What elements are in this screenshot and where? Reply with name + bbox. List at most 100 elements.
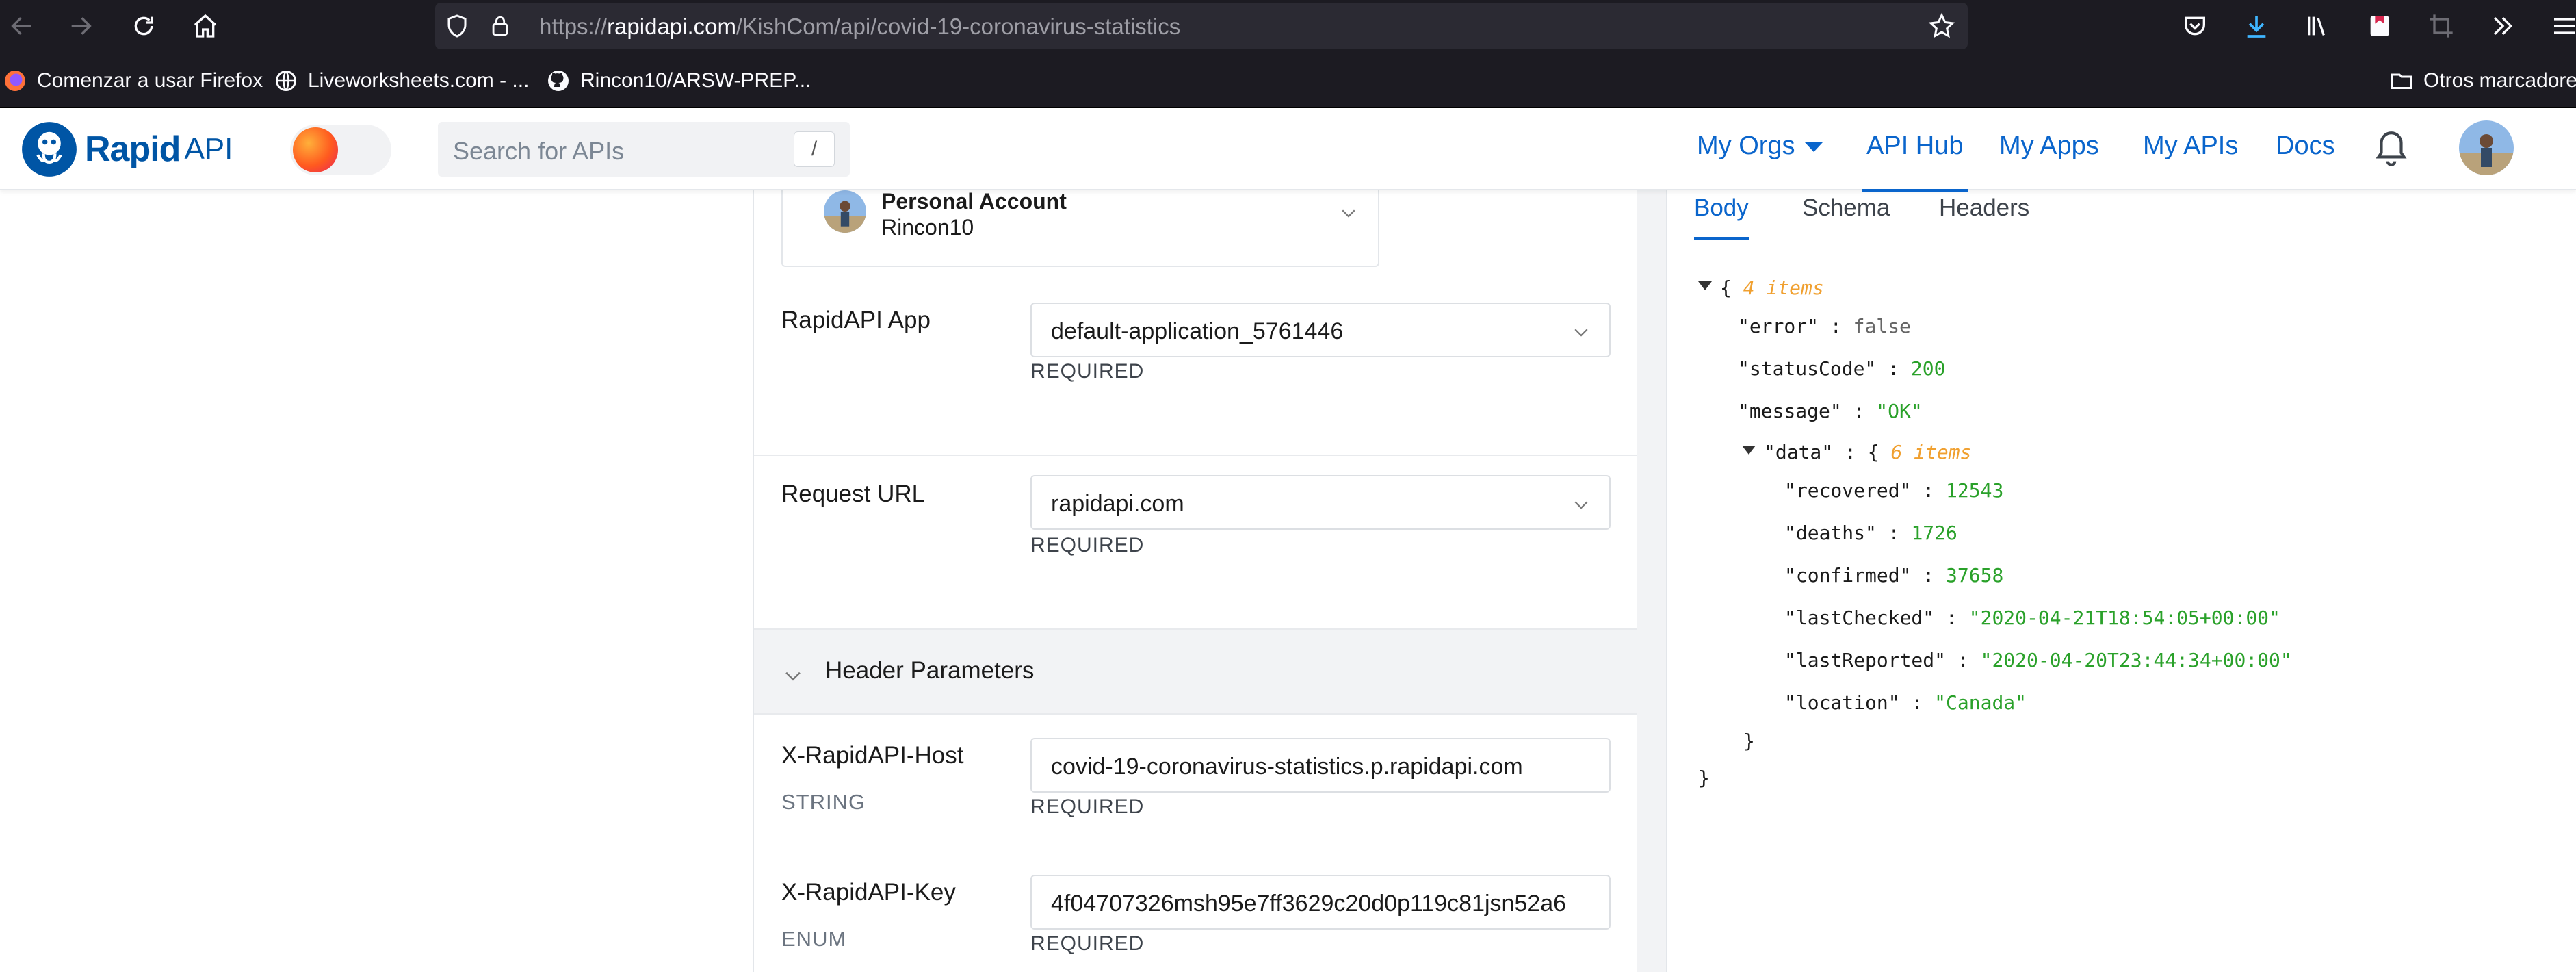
- extension-button[interactable]: [2359, 5, 2400, 47]
- lock-icon[interactable]: [489, 14, 512, 38]
- json-key: "location": [1784, 691, 1900, 714]
- forward-button[interactable]: [60, 5, 101, 47]
- nav-label: API Hub: [1866, 131, 1964, 160]
- github-icon: [548, 71, 569, 91]
- overflow-button[interactable]: [2482, 5, 2523, 47]
- crop-icon: [2430, 14, 2453, 38]
- json-key: "data": [1764, 441, 1834, 463]
- home-button[interactable]: [185, 5, 226, 47]
- panel-splitter[interactable]: [1637, 190, 1667, 972]
- account-name: Rincon10: [881, 215, 974, 240]
- site-header: Rapid API Search for APIs / My Orgs API …: [0, 108, 2576, 192]
- chevron-down-icon: [1574, 329, 1588, 337]
- left-sidebar: [0, 190, 753, 972]
- json-value: "Canada": [1934, 691, 2027, 714]
- nav-my-orgs[interactable]: My Orgs: [1697, 131, 1823, 161]
- download-icon: [2247, 16, 2266, 38]
- divider: [754, 455, 1638, 456]
- url-path: /KishCom/api/covid-19-coronavirus-statis…: [736, 14, 1181, 39]
- search-input[interactable]: Search for APIs /: [438, 122, 850, 177]
- json-line-data[interactable]: "data" : { 6 items: [1742, 441, 1971, 463]
- key-param-type: ENUM: [781, 927, 847, 951]
- json-key: "lastChecked": [1784, 606, 1935, 629]
- double-chevron-right-icon: [2494, 17, 2513, 35]
- json-value: "2020-04-21T18:54:05+00:00": [1968, 606, 2280, 629]
- arrow-left-icon: [11, 17, 31, 35]
- search-placeholder: Search for APIs: [453, 137, 625, 165]
- logo-text-api: API: [184, 132, 233, 166]
- user-avatar[interactable]: [2459, 120, 2514, 175]
- bookmark-firefox[interactable]: Comenzar a usar Firefox: [3, 66, 263, 96]
- request-url-select[interactable]: rapidapi.com: [1030, 475, 1611, 530]
- json-line-statuscode: "statusCode" : 200: [1738, 357, 1946, 380]
- bookmark-other[interactable]: Otros marcadores: [2389, 66, 2576, 96]
- json-line-error: "error" : false: [1738, 315, 1911, 337]
- json-value: 1726: [1911, 522, 1957, 544]
- json-item-count: 6 items: [1890, 441, 1972, 463]
- bookmark-github[interactable]: Rincon10/ARSW-PREP...: [546, 66, 811, 96]
- screenshot-button[interactable]: [2421, 5, 2462, 47]
- required-label: REQUIRED: [1030, 534, 1145, 557]
- url-text[interactable]: https://rapidapi.com/KishCom/api/covid-1…: [539, 14, 1180, 40]
- menu-button[interactable]: [2544, 5, 2576, 47]
- back-button[interactable]: [1, 5, 42, 47]
- json-key: "deaths": [1784, 522, 1877, 544]
- nav-api-hub[interactable]: API Hub: [1862, 131, 1968, 192]
- json-line-lastreported: "lastReported" : "2020-04-20T23:44:34+00…: [1784, 649, 2292, 672]
- json-line-message: "message" : "OK": [1738, 400, 1923, 422]
- nav-my-apis[interactable]: My APIs: [2143, 131, 2238, 161]
- nav-label: Docs: [2276, 131, 2335, 160]
- home-icon: [194, 14, 217, 38]
- json-line-location: "location" : "Canada": [1784, 691, 2027, 714]
- bookmark-label: Comenzar a usar Firefox: [37, 69, 263, 92]
- reload-button[interactable]: [123, 5, 164, 47]
- app-select[interactable]: default-application_5761446: [1030, 303, 1611, 357]
- host-param-label: X-RapidAPI-Host: [781, 742, 964, 769]
- json-value: "2020-04-20T23:44:34+00:00": [1980, 649, 2292, 672]
- section-title: Header Parameters: [825, 657, 1035, 684]
- url-prefix: https://: [539, 14, 608, 39]
- nav-label: My Apps: [1999, 131, 2099, 160]
- shield-icon[interactable]: [445, 14, 469, 38]
- key-param-input[interactable]: 4f04707326msh95e7ff3629c20d0p119c81jsn52…: [1030, 875, 1611, 930]
- nav-docs[interactable]: Docs: [2276, 131, 2335, 161]
- json-root[interactable]: { 4 items: [1698, 277, 1824, 299]
- star-icon[interactable]: [1928, 12, 1955, 40]
- response-panel: Body Schema Headers { 4 items "error" : …: [1667, 190, 2576, 972]
- rapidapi-logo[interactable]: Rapid API: [21, 122, 233, 177]
- nav-label: My Orgs: [1697, 131, 1795, 160]
- pocket-button[interactable]: [2174, 5, 2215, 47]
- downloads-button[interactable]: [2236, 5, 2277, 47]
- json-value: "OK": [1876, 400, 1923, 422]
- json-close-brace: }: [1698, 767, 1710, 789]
- chevron-down-icon: [1342, 209, 1355, 218]
- json-line-lastchecked: "lastChecked" : "2020-04-21T18:54:05+00:…: [1784, 606, 2280, 629]
- caret-down-icon: [1698, 281, 1712, 290]
- nav-my-apps[interactable]: My Apps: [1999, 131, 2099, 161]
- bookmark-liveworksheets[interactable]: Liveworksheets.com - ...: [274, 66, 529, 96]
- octopus-logo-icon: [22, 122, 77, 177]
- search-shortcut-key: /: [794, 131, 835, 167]
- json-value: 200: [1910, 357, 1946, 380]
- library-button[interactable]: [2298, 5, 2339, 47]
- arrow-right-icon: [71, 17, 92, 35]
- request-url-value: rapidapi.com: [1051, 491, 1184, 517]
- folder-icon: [2391, 73, 2412, 89]
- json-key: "lastReported": [1784, 649, 1947, 672]
- json-line-recovered: "recovered" : 12543: [1784, 479, 2004, 502]
- host-param-input[interactable]: covid-19-coronavirus-statistics.p.rapida…: [1030, 738, 1611, 793]
- url-bar[interactable]: https://rapidapi.com/KishCom/api/covid-1…: [435, 3, 1968, 49]
- required-label: REQUIRED: [1030, 795, 1145, 818]
- firefox-icon: [5, 71, 25, 91]
- toggle-knob: [293, 127, 338, 172]
- header-parameters-section[interactable]: Header Parameters: [754, 628, 1638, 715]
- json-line-confirmed: "confirmed" : 37658: [1784, 564, 2004, 587]
- bell-icon[interactable]: [2374, 129, 2408, 168]
- globe-icon: [276, 71, 296, 91]
- theme-toggle[interactable]: [290, 125, 391, 175]
- json-item-count: 4 items: [1743, 277, 1824, 299]
- key-param-label: X-RapidAPI-Key: [781, 879, 956, 906]
- app-value: default-application_5761446: [1051, 318, 1344, 344]
- account-selector[interactable]: Personal Account Rincon10: [781, 183, 1379, 267]
- chevron-down-icon: [1574, 501, 1588, 509]
